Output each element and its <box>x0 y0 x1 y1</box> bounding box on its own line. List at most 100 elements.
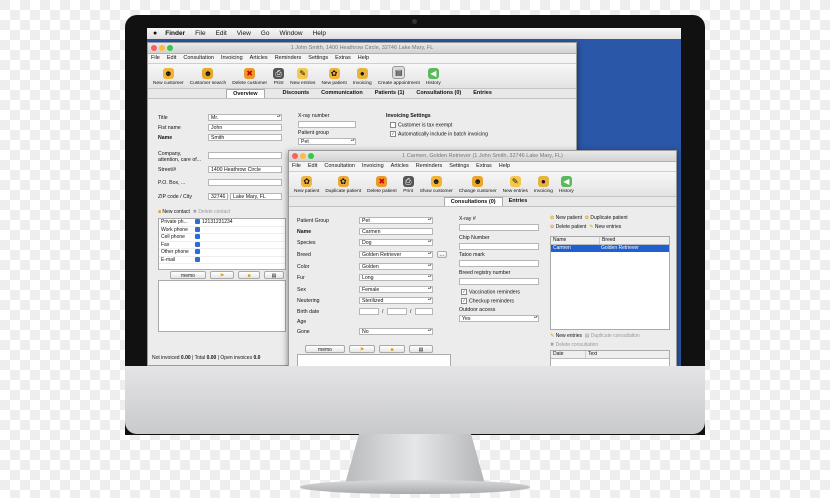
color-select[interactable]: Golden <box>359 263 433 270</box>
tab-entries[interactable]: Entries <box>503 197 534 206</box>
invoicing-button[interactable]: ● Invoicing <box>350 64 375 88</box>
pobox-field[interactable] <box>208 179 282 186</box>
tab-consultations[interactable]: Consultations (0) <box>443 197 503 206</box>
new-patient-button[interactable]: ✿ New patient <box>291 172 322 196</box>
new-entries-link[interactable]: ✎ New entries <box>589 224 621 230</box>
menu-invoicing[interactable]: Invoicing <box>362 163 384 169</box>
menu-file[interactable]: File <box>151 55 160 61</box>
menu-view[interactable]: View <box>237 30 251 37</box>
breed-select[interactable]: Golden Retriever <box>359 251 433 258</box>
menu-invoicing[interactable]: Invoicing <box>221 55 243 61</box>
change-customer-button[interactable]: ☻ Change customer <box>456 172 500 196</box>
menu-settings[interactable]: Settings <box>449 163 469 169</box>
print-button[interactable]: ⎙ Print <box>270 64 287 88</box>
batch-invoicing-checkbox[interactable]: ✓ Automatically include in batch invoicin… <box>390 131 488 137</box>
delete-patient-link[interactable]: ✿ Delete patient <box>550 224 586 230</box>
chip-field[interactable] <box>459 243 539 250</box>
birth-month-field[interactable] <box>387 308 407 315</box>
history-button[interactable]: ◀ History <box>556 172 577 196</box>
customer-search-button[interactable]: ☻ Customer search <box>187 64 230 88</box>
zip-field[interactable]: 32746 <box>208 193 228 200</box>
breed-more-button[interactable]: ... <box>437 251 447 258</box>
delete-consultation-link[interactable]: ✖ Delete consultation <box>550 341 670 350</box>
zoom-icon[interactable] <box>308 153 314 159</box>
street-field[interactable]: 1400 Heathrow Circle <box>208 166 282 173</box>
new-entries-link[interactable]: ✎ New entries <box>550 333 582 339</box>
fur-select[interactable]: Long <box>359 274 433 281</box>
menu-consultation[interactable]: Consultation <box>324 163 355 169</box>
minimize-icon[interactable] <box>300 153 306 159</box>
show-customer-button[interactable]: ☻ Show customer <box>417 172 456 196</box>
patient-group-select[interactable]: Pet <box>298 138 356 145</box>
memo-area[interactable] <box>158 280 286 332</box>
contact-row[interactable]: Other phone <box>159 249 285 257</box>
folder-icon[interactable]: ■ <box>238 271 260 279</box>
menu-articles[interactable]: Articles <box>391 163 409 169</box>
menu-finder[interactable]: Finder <box>165 30 185 37</box>
outdoor-select[interactable]: Yes <box>459 315 539 322</box>
invoicing-button[interactable]: ● Invoicing <box>531 172 556 196</box>
xray-field[interactable] <box>459 224 539 231</box>
delete-contact-button[interactable]: ✖ Delete contact <box>193 209 231 215</box>
checkup-checkbox[interactable]: ✓ Checkup reminders <box>461 298 514 304</box>
menu-consultation[interactable]: Consultation <box>183 55 214 61</box>
company-field[interactable] <box>208 152 282 159</box>
duplicate-patient-link[interactable]: ✿ Duplicate patient <box>585 215 628 221</box>
memo-tab[interactable]: memo <box>170 271 206 279</box>
menu-extras[interactable]: Extras <box>335 55 351 61</box>
print-button[interactable]: ⎙ Print <box>400 172 417 196</box>
flag-icon[interactable]: ⚑ <box>210 271 234 279</box>
create-appointment-button[interactable]: ▤ Create appointment <box>375 64 423 88</box>
tab-blank[interactable] <box>432 197 444 206</box>
menu-settings[interactable]: Settings <box>308 55 328 61</box>
tab-patients[interactable]: Patients (1) <box>369 89 411 98</box>
menu-reminders[interactable]: Reminders <box>416 163 443 169</box>
new-contact-button[interactable]: ■ New contact <box>158 209 190 215</box>
col-breed-header[interactable]: Breed <box>600 237 669 244</box>
duplicate-patient-button[interactable]: ✿ Duplicate patient <box>322 172 364 196</box>
patient-group-select[interactable]: Pet <box>359 217 433 224</box>
history-button[interactable]: ◀ History <box>423 64 444 88</box>
new-entries-button[interactable]: ✎ New entries <box>500 172 531 196</box>
menu-edit[interactable]: Edit <box>167 55 176 61</box>
close-icon[interactable] <box>151 45 157 51</box>
species-select[interactable]: Dog <box>359 239 433 246</box>
menu-go[interactable]: Go <box>261 30 270 37</box>
memo-area[interactable] <box>297 354 451 366</box>
menu-edit[interactable]: Edit <box>216 30 227 37</box>
col-text-header[interactable]: Text <box>586 351 669 358</box>
first-name-field[interactable]: John <box>208 124 282 131</box>
apple-menu-icon[interactable]: ● <box>153 30 157 37</box>
breed-registry-field[interactable] <box>459 278 539 285</box>
tab-discounts[interactable]: Discounts <box>277 89 316 98</box>
col-date-header[interactable]: Date <box>551 351 586 358</box>
city-field[interactable]: Lake Mary, FL <box>230 193 282 200</box>
delete-customer-button[interactable]: ✖ Delete customer <box>229 64 270 88</box>
table-row[interactable]: Carmen Golden Retriever <box>551 245 669 252</box>
menu-file[interactable]: File <box>195 30 205 37</box>
tax-exempt-checkbox[interactable]: Customer is tax exempt <box>390 122 453 128</box>
contact-row[interactable]: Fax <box>159 242 285 249</box>
birth-day-field[interactable] <box>359 308 379 315</box>
new-patient-link[interactable]: ✿ New patient <box>550 215 582 221</box>
gone-select[interactable]: No <box>359 328 433 335</box>
minimize-icon[interactable] <box>159 45 165 51</box>
title-select[interactable]: Mr. <box>208 114 282 121</box>
new-patient-button[interactable]: ✿ New patient <box>318 64 349 88</box>
new-entries-button[interactable]: ✎ New entries <box>287 64 318 88</box>
tab-blank[interactable] <box>265 89 277 98</box>
contact-row[interactable]: Cell phone <box>159 234 285 242</box>
contact-row[interactable]: Work phone <box>159 227 285 234</box>
contact-row[interactable]: Private ph... 12131231234 <box>159 219 285 227</box>
menu-help[interactable]: Help <box>358 55 369 61</box>
menu-help[interactable]: Help <box>313 30 326 37</box>
patient-window-titlebar[interactable]: 1 Carmen, Golden Retriever (1 John Smith… <box>289 151 676 162</box>
tab-overview[interactable]: Overview <box>226 89 265 98</box>
memo-tab[interactable]: memo <box>305 345 345 353</box>
name-field[interactable]: Carmen <box>359 228 433 235</box>
tattoo-field[interactable] <box>459 260 539 267</box>
new-customer-button[interactable]: ☻ New customer <box>150 64 187 88</box>
folder-icon[interactable]: ■ <box>379 345 405 353</box>
menu-help[interactable]: Help <box>499 163 510 169</box>
xray-field[interactable] <box>298 121 356 128</box>
